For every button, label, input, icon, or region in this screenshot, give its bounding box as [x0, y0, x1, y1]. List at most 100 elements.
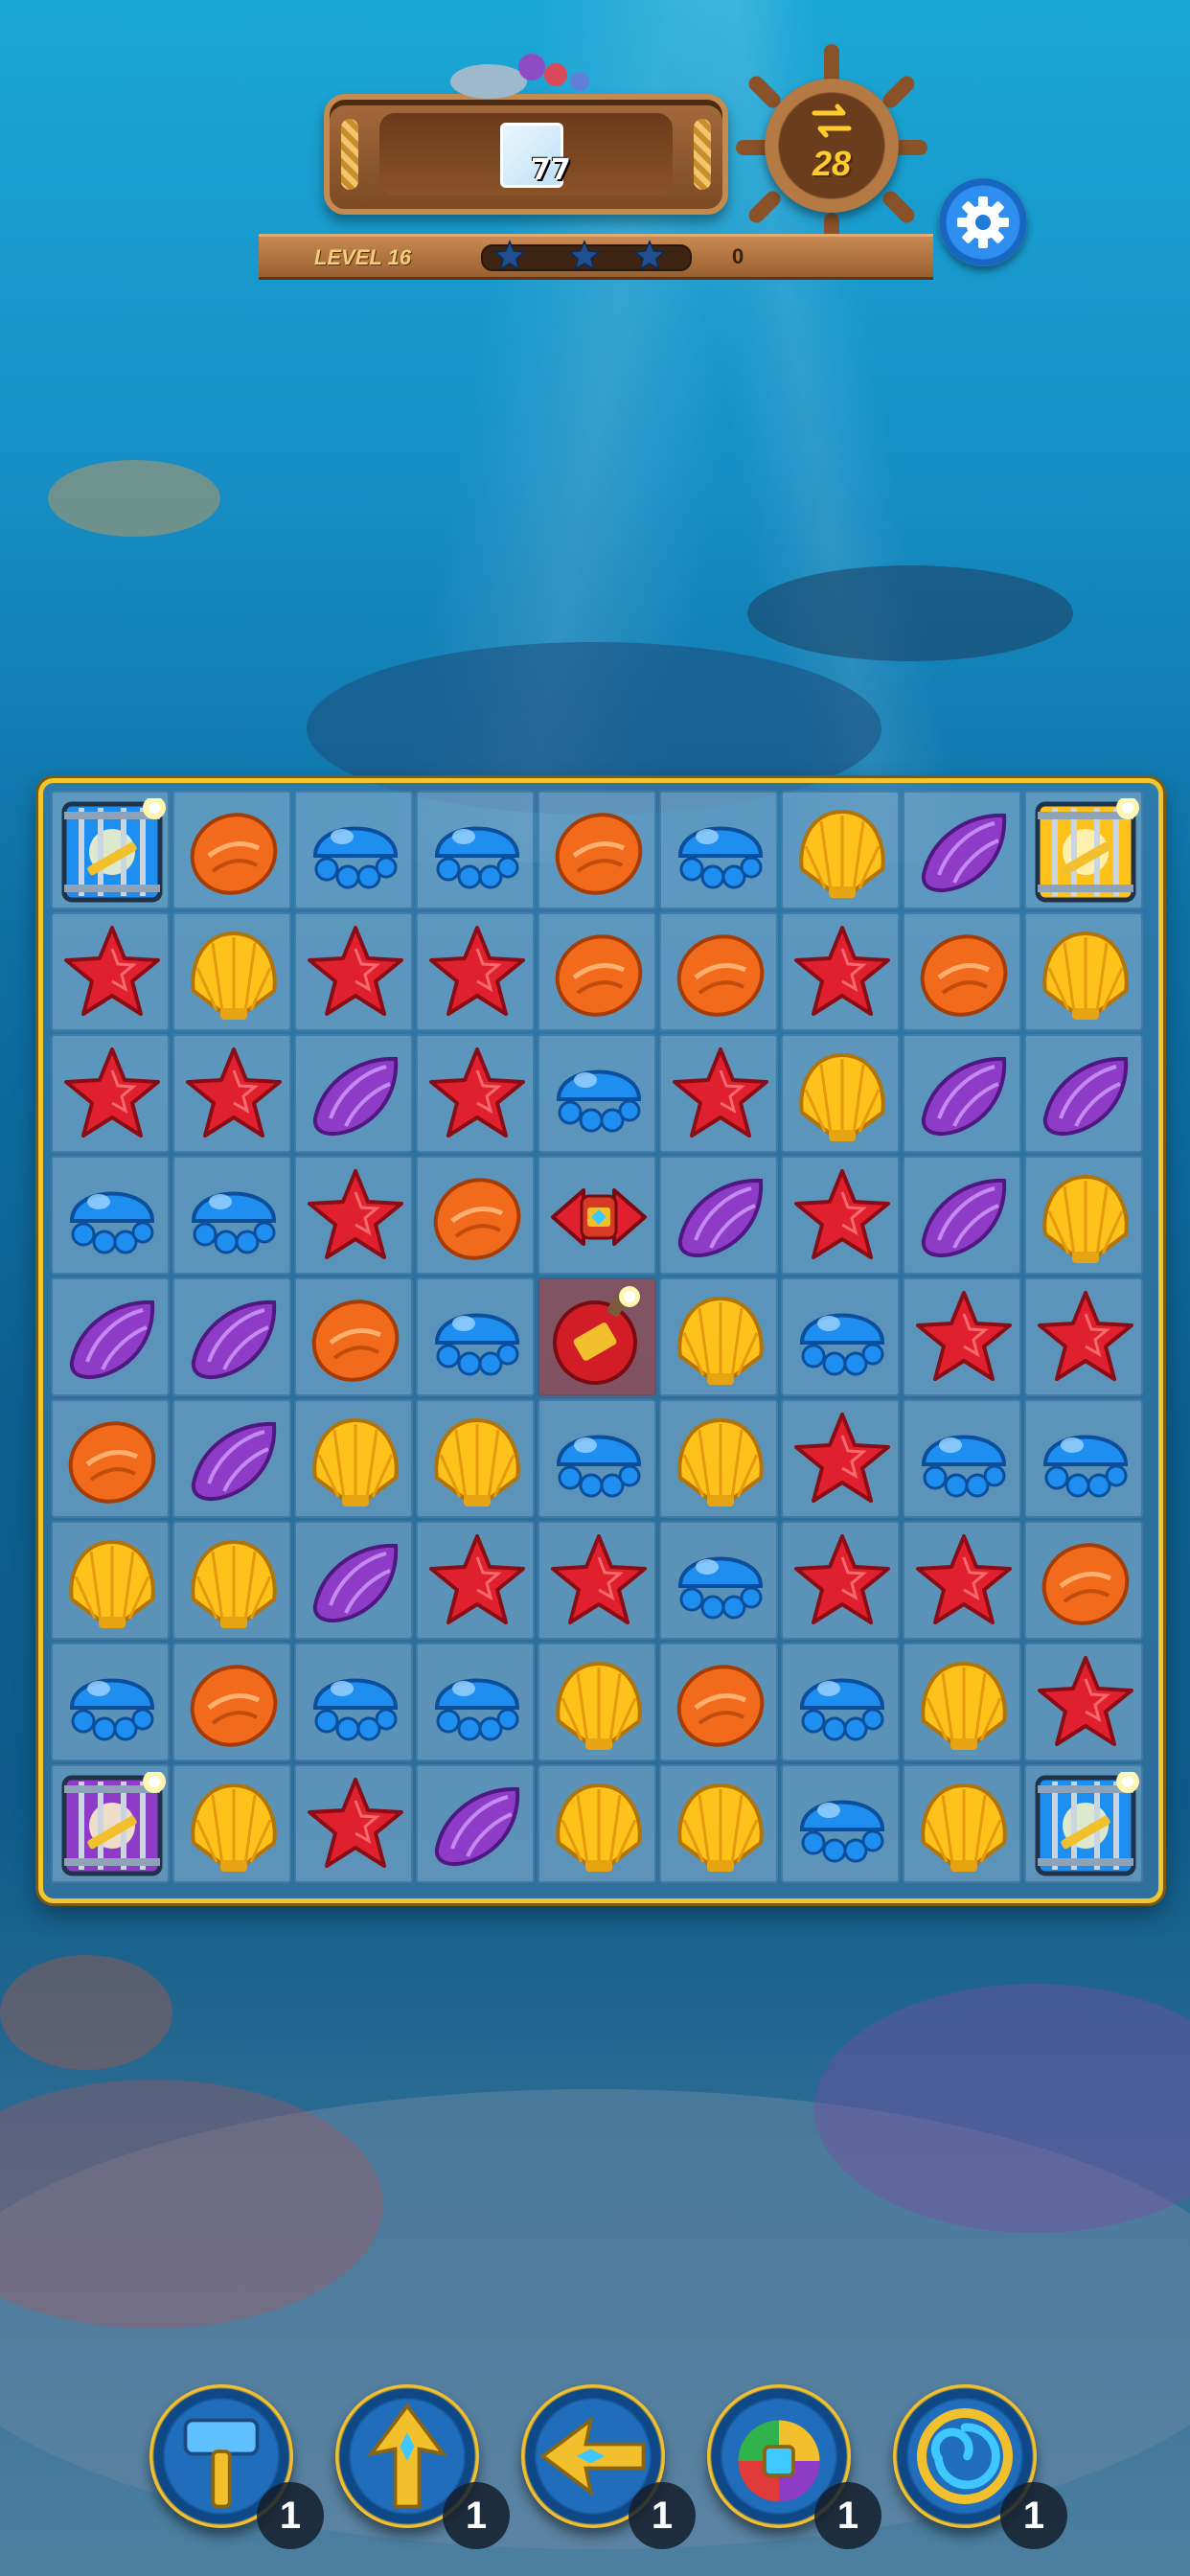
board-cell[interactable]: [1024, 912, 1143, 1031]
star-red-piece-icon[interactable]: [789, 1529, 896, 1636]
board-cell[interactable]: [294, 912, 413, 1031]
board-cell[interactable]: [51, 1034, 170, 1153]
jelly-blue-piece-icon[interactable]: [302, 798, 409, 906]
board-cell[interactable]: [51, 1764, 170, 1883]
conch-purple-piece-icon[interactable]: [58, 1285, 166, 1392]
shell-orange-piece-icon[interactable]: [302, 1285, 409, 1392]
shell-orange-piece-icon[interactable]: [667, 920, 774, 1027]
board-cell[interactable]: [538, 1277, 656, 1396]
board-cell[interactable]: [781, 1764, 900, 1883]
jelly-blue-piece-icon[interactable]: [545, 1407, 652, 1514]
star-red-piece-icon[interactable]: [423, 920, 531, 1027]
scallop-yellow-piece-icon[interactable]: [667, 1407, 774, 1514]
board-cell[interactable]: [538, 1156, 656, 1275]
board-cell[interactable]: [1024, 791, 1143, 909]
shell-orange-piece-icon[interactable]: [545, 920, 652, 1027]
shell-orange-piece-icon[interactable]: [180, 1650, 287, 1758]
scallop-yellow-piece-icon[interactable]: [667, 1772, 774, 1879]
board-cell[interactable]: [538, 1764, 656, 1883]
star-red-piece-icon[interactable]: [789, 920, 896, 1027]
star-red-piece-icon[interactable]: [423, 1042, 531, 1149]
board-cell[interactable]: [659, 1034, 778, 1153]
conch-purple-piece-icon[interactable]: [302, 1529, 409, 1636]
board-cell[interactable]: [51, 1399, 170, 1518]
board-cell[interactable]: [781, 1277, 900, 1396]
jelly-blue-piece-icon[interactable]: [789, 1772, 896, 1879]
shell-orange-piece-icon[interactable]: [423, 1163, 531, 1271]
conch-purple-piece-icon[interactable]: [910, 1042, 1018, 1149]
scallop-yellow-piece-icon[interactable]: [1032, 920, 1139, 1027]
star-red-piece-icon[interactable]: [789, 1163, 896, 1271]
star-red-piece-icon[interactable]: [1032, 1650, 1139, 1758]
conch-purple-piece-icon[interactable]: [302, 1042, 409, 1149]
board-cell[interactable]: [903, 1034, 1021, 1153]
scallop-yellow-piece-icon[interactable]: [423, 1407, 531, 1514]
board-cell[interactable]: [659, 1764, 778, 1883]
board-cell[interactable]: [294, 1277, 413, 1396]
shell-orange-piece-icon[interactable]: [58, 1407, 166, 1514]
board-cell[interactable]: [172, 1521, 291, 1640]
conch-purple-piece-icon[interactable]: [910, 1163, 1018, 1271]
board-cell[interactable]: [416, 1521, 535, 1640]
board-cell[interactable]: [903, 1156, 1021, 1275]
star-red-piece-icon[interactable]: [910, 1285, 1018, 1392]
board-cell[interactable]: [172, 1156, 291, 1275]
board-cell[interactable]: [294, 1156, 413, 1275]
scallop-yellow-piece-icon[interactable]: [910, 1772, 1018, 1879]
shell-orange-piece-icon[interactable]: [1032, 1529, 1139, 1636]
scallop-yellow-piece-icon[interactable]: [302, 1407, 409, 1514]
board-cell[interactable]: [172, 1277, 291, 1396]
star-red-piece-icon[interactable]: [789, 1407, 896, 1514]
star-red-piece-icon[interactable]: [302, 1772, 409, 1879]
scallop-yellow-piece-icon[interactable]: [789, 798, 896, 906]
board-cell[interactable]: [781, 1521, 900, 1640]
board-cell[interactable]: [172, 912, 291, 1031]
board-cell[interactable]: [172, 1399, 291, 1518]
jelly-blue-piece-icon[interactable]: [423, 798, 531, 906]
board-cell[interactable]: [416, 1399, 535, 1518]
star-red-piece-icon[interactable]: [302, 920, 409, 1027]
board-cell[interactable]: [781, 1156, 900, 1275]
board-cell[interactable]: [781, 912, 900, 1031]
scallop-yellow-piece-icon[interactable]: [58, 1529, 166, 1636]
board-cell[interactable]: [294, 1034, 413, 1153]
jelly-blue-piece-icon[interactable]: [58, 1163, 166, 1271]
board-cell[interactable]: [903, 1643, 1021, 1761]
board-cell[interactable]: [538, 1643, 656, 1761]
conch-purple-piece-icon[interactable]: [180, 1285, 287, 1392]
board-cell[interactable]: [416, 912, 535, 1031]
star-red-piece-icon[interactable]: [423, 1529, 531, 1636]
jelly-blue-piece-icon[interactable]: [180, 1163, 287, 1271]
conch-purple-piece-icon[interactable]: [1032, 1042, 1139, 1149]
board-cell[interactable]: [1024, 1521, 1143, 1640]
board-cell[interactable]: [781, 791, 900, 909]
jelly-blue-piece-icon[interactable]: [302, 1650, 409, 1758]
board-cell[interactable]: [538, 1521, 656, 1640]
board-cell[interactable]: [294, 1521, 413, 1640]
board-cell[interactable]: [1024, 1156, 1143, 1275]
board-cell[interactable]: [1024, 1277, 1143, 1396]
board-cell[interactable]: [1024, 1764, 1143, 1883]
scallop-yellow-piece-icon[interactable]: [180, 1772, 287, 1879]
board-cell[interactable]: [903, 1399, 1021, 1518]
board-cell[interactable]: [172, 1034, 291, 1153]
board-cell[interactable]: [416, 1156, 535, 1275]
board-cell[interactable]: [51, 1521, 170, 1640]
board-cell[interactable]: [538, 1399, 656, 1518]
board-cell[interactable]: [903, 1277, 1021, 1396]
board-cell[interactable]: [659, 912, 778, 1031]
board-cell[interactable]: [538, 912, 656, 1031]
board-cell[interactable]: [416, 1643, 535, 1761]
board-cell[interactable]: [659, 1643, 778, 1761]
board-cell[interactable]: [416, 1764, 535, 1883]
board-cell[interactable]: [903, 791, 1021, 909]
cage-yellow-piece-icon[interactable]: [1032, 798, 1139, 906]
shell-orange-piece-icon[interactable]: [667, 1650, 774, 1758]
star-red-piece-icon[interactable]: [910, 1529, 1018, 1636]
scallop-yellow-piece-icon[interactable]: [180, 1529, 287, 1636]
board-cell[interactable]: [781, 1399, 900, 1518]
board-cell[interactable]: [659, 1156, 778, 1275]
scallop-yellow-piece-icon[interactable]: [667, 1285, 774, 1392]
jelly-blue-piece-icon[interactable]: [423, 1650, 531, 1758]
scallop-yellow-piece-icon[interactable]: [545, 1772, 652, 1879]
